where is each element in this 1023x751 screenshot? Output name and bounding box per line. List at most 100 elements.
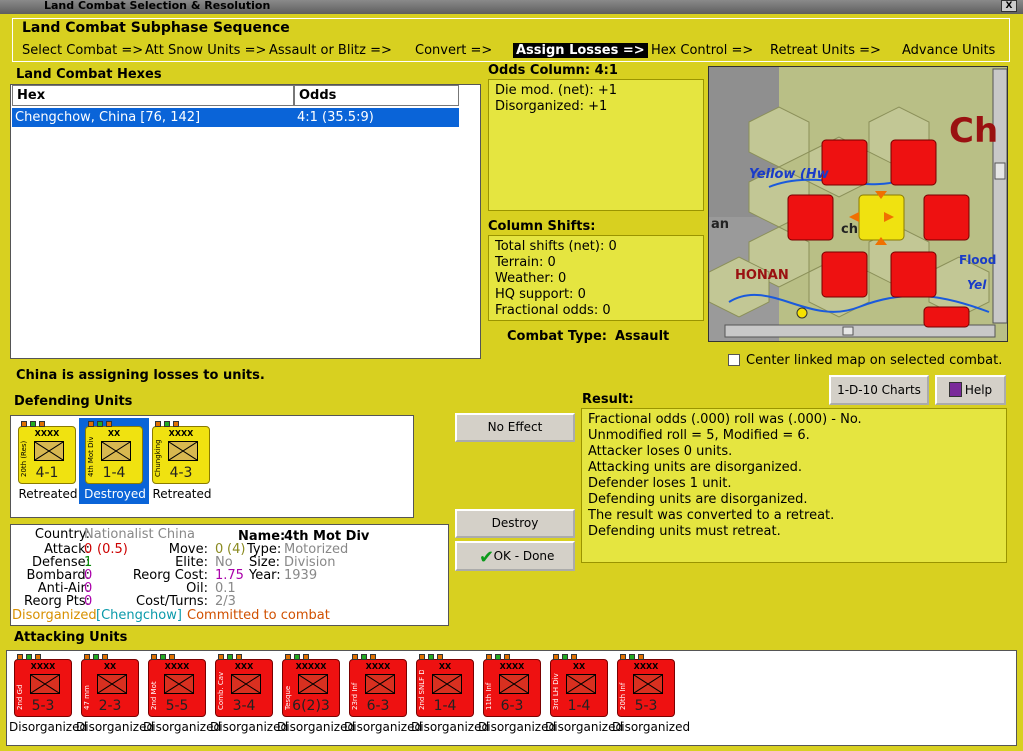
combat-type-label: Combat Type: [507,329,607,344]
sequence-step: Select Combat => [22,43,144,58]
country-label: Country: [34,527,90,542]
attack-mod: (0.5) [97,542,128,557]
status-disorganized: Disorganized [12,608,97,623]
result-line: Defender loses 1 unit. [588,476,732,491]
col-hex[interactable]: Hex [12,85,294,106]
sequence-step: Retreat Units => [770,43,881,58]
unit-counter-face: XXXXX Tesque 6(2)3 [282,654,340,717]
unit-status-label: Disorganized [277,720,356,734]
unit-status-dots [419,654,443,660]
unit-counter-face: XXXX 2nd Gd 5-3 [14,654,72,717]
unit-status-label: Disorganized [210,720,289,734]
shift-line: Fractional odds: 0 [495,303,611,318]
unit-type-icon [97,674,127,694]
unit-status-dots [155,421,179,427]
no-effect-button[interactable]: No Effect [455,413,575,442]
unit-type-icon [432,674,462,694]
hexes-title: Land Combat Hexes [16,67,162,82]
unit-type-icon [633,674,663,694]
shift-line: HQ support: 0 [495,287,586,302]
unit-strength: 6-3 [500,698,524,714]
combat-type-value: Assault [615,329,670,344]
unit-counter[interactable]: XXXX 23rd Inf 6-3 Disorganized [344,653,422,743]
unit-counter[interactable]: XX 47 mm 2-3 Disorganized [76,653,155,743]
unit-type-icon [30,674,60,694]
sequence-step: Att Snow Units => [145,43,267,58]
shift-line: Total shifts (net): 0 [495,239,617,254]
map-label: Flood [959,253,997,267]
map-label: Ch [949,111,999,151]
unit-counter-face: XXXX 2nd Mot 5-5 [148,654,206,717]
destroy-button[interactable]: Destroy [455,509,575,538]
map-label: HONAN [735,268,789,283]
unit-strength: 5-3 [31,698,55,714]
check-icon: ✔ [479,547,495,568]
map-label: Yellow (Hw [749,167,829,182]
unit-counter[interactable]: XX 2nd SNLF Div 1-4 Disorganized [411,653,489,743]
unit-counter[interactable]: XXXX 11th Inf 6-3 Disorganized [478,653,557,743]
unit-status-dots [218,654,242,660]
table-row-hex[interactable]: Chengchow, China [76, 142] [12,108,294,127]
close-button[interactable]: X [1001,0,1017,12]
unit-counter-face: XXXX Chungking 4-3 [152,421,210,484]
result-line: Attacker loses 0 units. [588,444,733,459]
unit-type-icon [101,441,131,461]
unit-strength: 5-5 [165,698,189,714]
result-line: Defending units must retreat. [588,524,781,539]
unit-counter[interactable]: XX 3rd LH Div 1-4 Disorganized [545,653,623,743]
country-value: Nationalist China [84,527,195,542]
unit-strength: 4-3 [169,465,193,481]
unit-counter-face: XXXX 11th Inf 6-3 [483,654,541,717]
year-value: 1939 [284,568,318,583]
unit-status-label: Disorganized [143,720,222,734]
attacking-units-panel: XXXX 2nd Gd 5-3 Disorganized XX 47 mm 2-3 Disor… [6,650,1017,746]
shifts-title: Column Shifts: [488,219,596,234]
unit-status-label: Disorganized [612,720,691,734]
unit-counter[interactable]: XX 4th Mot Div 1-4 Destroyed [79,418,150,510]
unit-strength: 1-4 [102,465,126,481]
unit-counter[interactable]: XXXX 2nd Gd 5-3 Disorganized [9,653,88,743]
defending-title: Defending Units [14,394,133,409]
shift-line: Terrain: 0 [495,255,556,270]
unit-counter-face: XX 4th Mot Div 1-4 [85,421,143,484]
reorg-pts-value: 0 [84,594,93,609]
help-label: Help [964,383,993,397]
unit-strength: 6(2)3 [292,698,330,714]
unit-counter[interactable]: XXXX 2nd Mot 5-5 Disorganized [143,653,222,743]
unit-type-icon [164,674,194,694]
shift-line: Weather: 0 [495,271,567,286]
unit-counter[interactable]: XXXX Chungking 4-3 Retreated [147,420,217,510]
unit-strength: 2-3 [98,698,122,714]
center-map-checkbox[interactable] [728,354,740,366]
unit-status-label: Disorganized [9,720,88,734]
sequence-step: Convert => [415,43,493,58]
unit-counter[interactable]: XXXX 20th Inf 5-3 Disorganized [612,653,691,743]
status-committed: Committed to combat [187,608,330,623]
unit-status-label: Disorganized [76,720,155,734]
reorg-pts-label: Reorg Pts: [24,594,90,609]
unit-strength: 1-4 [567,698,591,714]
unit-status-dots [285,654,309,660]
col-odds[interactable]: Odds [294,85,459,106]
help-button[interactable]: Help [935,375,1006,405]
unit-counter[interactable]: XXX Comb. Cav 3-4 Disorganized [210,653,289,743]
unit-counter-face: XX 2nd SNLF Div 1-4 [416,654,474,717]
charts-button[interactable]: 1-D-10 Charts [829,375,929,405]
unit-strength: 3-4 [232,698,256,714]
sequence-step: Hex Control => [651,43,754,58]
hex-table[interactable]: Hex Odds Chengchow, China [76, 142] 4:1 … [10,84,481,359]
unit-status-label: Disorganized [478,720,557,734]
table-row-odds[interactable]: 4:1 (35.5:9) [294,108,459,127]
status-location: [Chengchow] [96,608,182,623]
unit-counter[interactable]: XXXX 20th (Res) 4-1 Retreated [13,420,83,510]
unit-counter[interactable]: XXXXX Tesque 6(2)3 Disorganized [277,653,356,743]
unit-counter-face: XXXX 20th (Res) 4-1 [18,421,76,484]
ok-done-button[interactable]: ✔ OK - Done [455,541,575,571]
unit-status-label: Destroyed [84,487,146,501]
map-label: Yel [967,278,987,292]
linked-map[interactable]: Yellow (Hw HONAN Flood ch Yel an Ch [708,66,1008,342]
map-label: ch [841,222,858,237]
result-line: Unmodified roll = 5, Modified = 6. [588,428,810,443]
cost-value: 2/3 [215,594,236,609]
unit-type-icon [566,674,596,694]
